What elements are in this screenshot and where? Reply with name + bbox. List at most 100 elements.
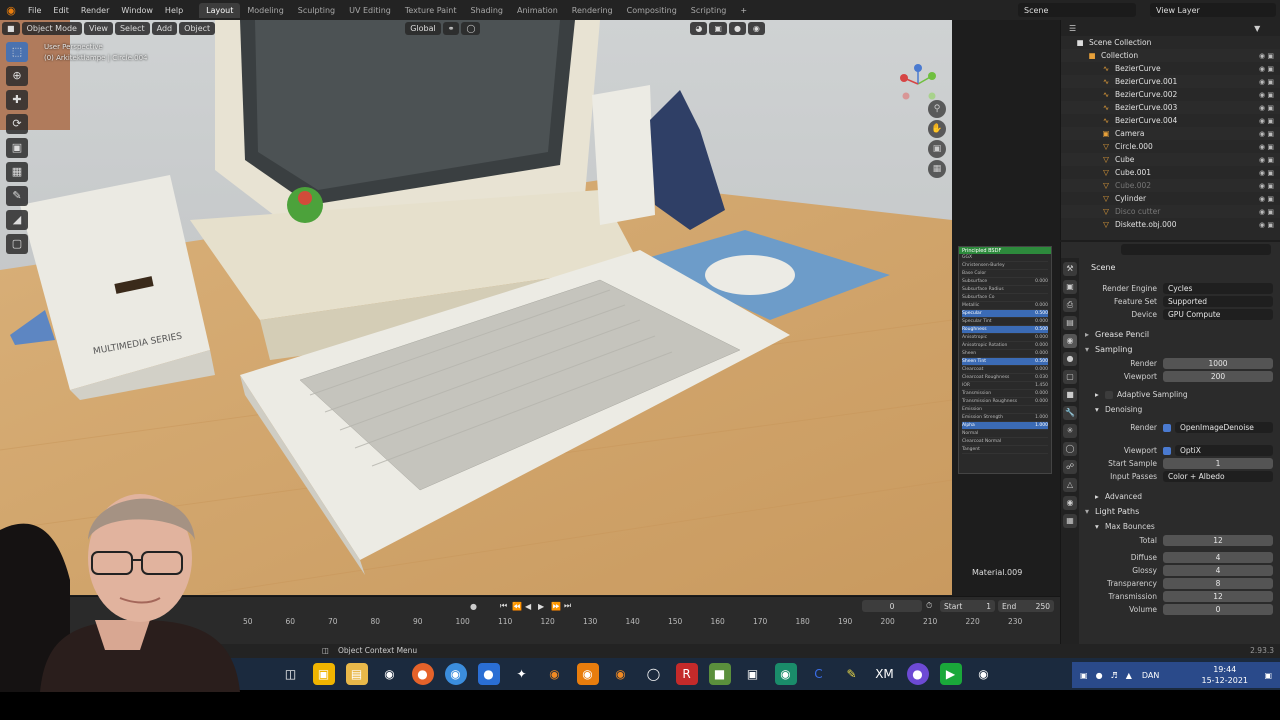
properties-search-input[interactable]	[1121, 244, 1271, 255]
visibility-eye-icon[interactable]: ◉ ▣	[1259, 195, 1274, 203]
network-icon[interactable]: ▣	[1080, 671, 1088, 680]
scene-tab-icon[interactable]: ◉	[1063, 334, 1077, 348]
firefox-icon[interactable]: ●	[411, 663, 434, 685]
node-socket-row[interactable]: Base Color	[962, 270, 1048, 278]
node-socket-row[interactable]: Subsurface Radius	[962, 286, 1048, 294]
node-socket-row[interactable]: Subsurface Co	[962, 294, 1048, 302]
node-socket-row[interactable]: Roughness 0.500	[962, 326, 1048, 334]
outliner-item[interactable]: ∿ BezierCurve.004 ◉ ▣	[1061, 114, 1280, 127]
app-icon-7[interactable]: ●	[906, 663, 929, 685]
app-icon-8[interactable]: ◉	[973, 663, 995, 685]
keyboard-language[interactable]: DAN	[1142, 671, 1159, 680]
principled-bsdf-node[interactable]: Principled BSDF GGX Christensen-Burley Bas…	[958, 246, 1052, 474]
visibility-eye-icon[interactable]: ◉ ▣	[1259, 221, 1274, 229]
blender-logo-icon[interactable]: ◉	[0, 4, 22, 17]
rotate-icon[interactable]: ⟳	[6, 114, 28, 134]
node-socket-row[interactable]: Tangent	[962, 446, 1048, 454]
proportional-edit-icon[interactable]: ◯	[461, 21, 481, 35]
input-passes-dropdown[interactable]: Color + Albedo	[1163, 471, 1273, 482]
visibility-eye-icon[interactable]: ◉ ▣	[1259, 130, 1274, 138]
view-layer-selector[interactable]: View Layer	[1150, 3, 1276, 17]
viewport-menu-add[interactable]: Add	[151, 21, 178, 35]
scale-icon[interactable]: ▣	[6, 138, 28, 158]
tab-modeling[interactable]: Modeling	[240, 3, 290, 18]
bounce-field[interactable]: 12	[1163, 535, 1273, 546]
menu-file[interactable]: File	[22, 6, 47, 15]
tab-layout[interactable]: Layout	[199, 2, 241, 18]
node-socket-row[interactable]: Metallic 0.000	[962, 302, 1048, 310]
outliner-item[interactable]: ∿ BezierCurve.002 ◉ ▣	[1061, 88, 1280, 101]
particles-tab-icon[interactable]: ✳	[1063, 424, 1077, 438]
outliner-item[interactable]: ■ Collection ◉ ▣	[1061, 49, 1280, 62]
transform-icon[interactable]: ▦	[6, 162, 28, 182]
measure-icon[interactable]: ◢	[6, 210, 28, 230]
annotate-icon[interactable]: ✎	[6, 186, 28, 206]
render-samples-field[interactable]: 1000	[1163, 358, 1273, 369]
device-dropdown[interactable]: GPU Compute	[1163, 309, 1273, 320]
node-socket-row[interactable]: Clearcoat 0.000	[962, 366, 1048, 374]
denoise-viewport-dropdown[interactable]: OptiX	[1175, 445, 1273, 456]
tab-rendering[interactable]: Rendering	[565, 3, 620, 18]
visibility-eye-icon[interactable]: ◉ ▣	[1259, 104, 1274, 112]
outliner-filter-icon[interactable]: ▼	[1254, 24, 1260, 33]
file-explorer-icon[interactable]: ▤	[345, 663, 368, 685]
app-icon-xm[interactable]: XM	[874, 663, 896, 685]
app-icon-play[interactable]: ▶	[939, 663, 962, 685]
node-socket-row[interactable]: Transmission Roughness 0.000	[962, 398, 1048, 406]
node-socket-row[interactable]: Emission	[962, 406, 1048, 414]
denoise-viewport-checkbox[interactable]	[1163, 446, 1171, 455]
render-engine-dropdown[interactable]: Cycles	[1163, 283, 1273, 294]
node-socket-row[interactable]: Normal	[962, 430, 1048, 438]
stopwatch-icon[interactable]: ⏱	[926, 601, 932, 611]
node-socket-row[interactable]: Specular Tint 0.000	[962, 318, 1048, 326]
reverse-play-icon[interactable]: ◀	[525, 602, 531, 611]
outliner-item[interactable]: ∿ BezierCurve.001 ◉ ▣	[1061, 75, 1280, 88]
tab-texture-paint[interactable]: Texture Paint	[398, 3, 464, 18]
tab-shading[interactable]: Shading	[463, 3, 510, 18]
outliner-item[interactable]: ∿ BezierCurve ◉ ▣	[1061, 62, 1280, 75]
bounce-field[interactable]: 4	[1163, 552, 1273, 563]
tab-animation[interactable]: Animation	[510, 3, 565, 18]
outliner-item[interactable]: ▽ Cylinder ◉ ▣	[1061, 192, 1280, 205]
node-socket-row[interactable]: Christensen-Burley	[962, 262, 1048, 270]
volume-icon[interactable]: ♬	[1111, 671, 1118, 680]
max-bounces-section[interactable]: ▾ Max Bounces	[1081, 519, 1279, 534]
clock[interactable]: 19:44 15-12-2021	[1202, 662, 1249, 686]
obs-icon[interactable]: ◯	[643, 663, 665, 685]
node-socket-row[interactable]: Subsurface 0.000	[962, 278, 1048, 286]
bounce-field[interactable]: 0	[1163, 604, 1273, 615]
render-tab-icon[interactable]: ▣	[1063, 280, 1077, 294]
store-icon[interactable]: ▣	[312, 663, 335, 685]
adaptive-sampling-checkbox[interactable]	[1105, 390, 1113, 399]
app-icon-pen[interactable]: ✎	[841, 663, 863, 685]
outliner-editor-icon[interactable]: ☰	[1069, 24, 1076, 33]
material-tab-icon[interactable]: ◉	[1063, 496, 1077, 510]
outliner-item[interactable]: ▽ Disco cutter ◉ ▣	[1061, 205, 1280, 218]
overlay-icon[interactable]: ◕	[690, 21, 708, 35]
denoise-render-checkbox[interactable]	[1163, 423, 1171, 432]
visibility-eye-icon[interactable]: ◉ ▣	[1259, 52, 1274, 60]
visibility-eye-icon[interactable]: ◉ ▣	[1259, 182, 1274, 190]
object-tab-icon[interactable]: ■	[1063, 388, 1077, 402]
tab-uv-editing[interactable]: UV Editing	[342, 3, 398, 18]
xray-icon[interactable]: ▣	[709, 21, 727, 35]
node-socket-row[interactable]: GGX	[962, 254, 1048, 262]
task-view-icon[interactable]: ◫	[280, 663, 302, 685]
app-icon-3[interactable]: ✦	[511, 663, 533, 685]
end-frame-field[interactable]: End 250	[998, 600, 1054, 612]
app-icon-4[interactable]: ▣	[742, 663, 764, 685]
feature-set-dropdown[interactable]: Supported	[1163, 296, 1273, 307]
bounce-field[interactable]: 12	[1163, 591, 1273, 602]
editor-type-icon[interactable]: ■	[2, 21, 20, 35]
play-icon[interactable]: ▶	[538, 602, 544, 611]
node-socket-row[interactable]: Transmission 0.000	[962, 390, 1048, 398]
constraints-tab-icon[interactable]: ☍	[1063, 460, 1077, 474]
shading-solid-icon[interactable]: ●	[728, 21, 746, 35]
data-tab-icon[interactable]: △	[1063, 478, 1077, 492]
denoising-section[interactable]: ▾ Denoising	[1081, 402, 1279, 417]
visibility-eye-icon[interactable]: ◉ ▣	[1259, 143, 1274, 151]
app-icon-1[interactable]: ◉	[379, 663, 401, 685]
grease-pencil-section[interactable]: ▸ Grease Pencil	[1081, 327, 1279, 342]
visibility-eye-icon[interactable]: ◉ ▣	[1259, 156, 1274, 164]
prev-key-icon[interactable]: ⏪	[512, 602, 522, 611]
